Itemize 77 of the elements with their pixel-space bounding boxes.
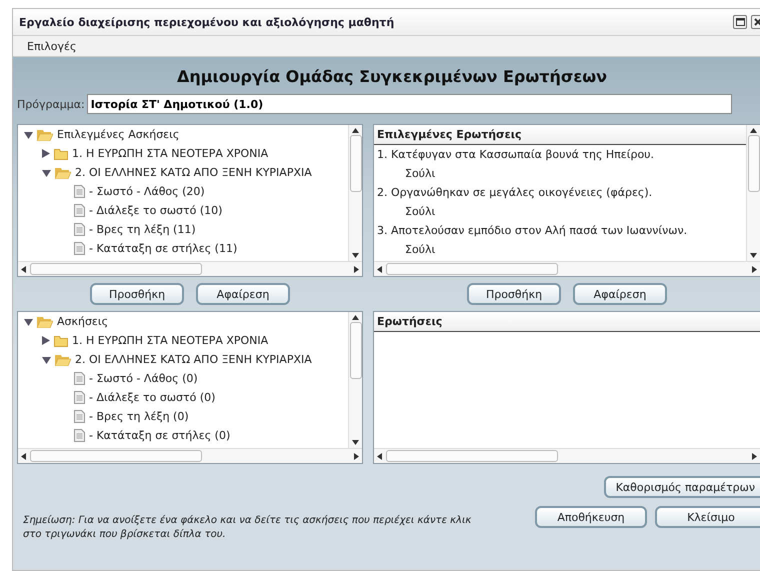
program-label: Πρόγραμμα:	[17, 98, 85, 110]
action-button[interactable]: Αφαίρεση	[573, 283, 667, 305]
tree-item[interactable]: - Βρες τη λέξη (11)	[89, 223, 196, 236]
window-title: Εργαλείο διαχείρισης περιεχομένου και αξιολόγησης μαθητή	[19, 16, 396, 28]
open-folder-icon	[37, 128, 53, 140]
scroll-right-icon[interactable]	[752, 452, 757, 460]
action-button[interactable]: Προσθήκη	[90, 283, 184, 305]
scroll-left-icon[interactable]	[377, 452, 382, 460]
tree-item[interactable]: - Κατάταξη σε στήλες (0)	[89, 429, 230, 442]
horizontal-scrollbar[interactable]	[374, 448, 760, 463]
tree-item[interactable]: - Σωστό - Λάθος (0)	[89, 372, 198, 385]
horizontal-scrollbar[interactable]	[18, 448, 362, 463]
scroll-left-icon[interactable]	[377, 266, 382, 272]
tree-item[interactable]: 1. Η ΕΥΡΩΠΗ ΣΤΑ ΝΕΟΤΕΡΑ ΧΡΟΝΙΑ	[72, 334, 268, 347]
expanded-toggle-icon[interactable]	[42, 356, 51, 364]
collapsed-toggle-icon[interactable]	[42, 149, 50, 158]
note-text: Σημείωση: Για να ανοίξετε ένα φάκελο και να δείτε τις ασκήσεις που περιέχει κάντε κλικ στο τριγωνάκι που βρίσκεται δίπλα του.	[22, 514, 472, 542]
tree-item[interactable]: - Σωστό - Λάθος (20)	[89, 185, 205, 198]
tree-item[interactable]: Ασκήσεις	[57, 315, 108, 328]
vertical-scrollbar[interactable]	[348, 125, 362, 261]
document-icon	[74, 242, 85, 255]
footer-button[interactable]: Κλείσιμο	[655, 506, 760, 528]
scroll-up-icon[interactable]	[352, 128, 359, 133]
document-icon	[74, 204, 85, 217]
expanded-toggle-icon[interactable]	[24, 318, 33, 326]
open-folder-icon	[55, 166, 71, 178]
scroll-left-icon[interactable]	[21, 266, 26, 272]
scroll-up-icon[interactable]	[750, 128, 757, 133]
tree-item[interactable]: 2. ΟΙ ΕΛΛΗΝΕΣ ΚΑΤΩ ΑΠΟ ΞΕΝΗ ΚΥΡΙΑΡΧΙΑ	[75, 166, 312, 179]
document-icon	[74, 185, 85, 198]
open-folder-icon	[37, 316, 53, 328]
scroll-up-icon[interactable]	[352, 315, 359, 320]
answer-text: Σούλι	[404, 242, 436, 258]
question-text[interactable]: 3. Αποτελούσαν εμπόδιο στον Αλή πασά των Ιωαννίνων.	[374, 221, 746, 240]
maximize-button[interactable]	[733, 15, 747, 29]
document-icon	[74, 410, 85, 423]
document-icon	[74, 391, 85, 404]
close-icon	[754, 18, 760, 26]
vertical-scrollbar[interactable]	[746, 125, 760, 261]
vertical-scrollbar[interactable]	[348, 312, 362, 448]
document-icon	[74, 372, 85, 385]
folder-icon	[54, 334, 68, 346]
question-text[interactable]: 1. Κατέφυγαν στα Κασσωπαία βουνά της Ηπείρου.	[374, 145, 746, 164]
tree-item[interactable]: - Διάλεξε το σωστό (0)	[89, 391, 216, 404]
tree-item[interactable]: 1. Η ΕΥΡΩΠΗ ΣΤΑ ΝΕΟΤΕΡΑ ΧΡΟΝΙΑ	[72, 147, 268, 160]
horizontal-scrollbar[interactable]	[374, 261, 760, 276]
scroll-down-icon[interactable]	[352, 440, 359, 445]
folder-icon	[54, 148, 68, 160]
action-button[interactable]: Προσθήκη	[467, 283, 561, 305]
question-text[interactable]: 2. Οργανώθηκαν σε μεγάλες οικογένειες (φάρες).	[374, 183, 746, 202]
parameters-button[interactable]: Καθορισμός παραμέτρων	[604, 476, 760, 498]
expanded-toggle-icon[interactable]	[24, 130, 33, 138]
open-folder-icon	[55, 354, 71, 366]
horizontal-scrollbar[interactable]	[18, 261, 362, 276]
document-icon	[74, 223, 85, 236]
scroll-right-icon[interactable]	[354, 266, 359, 272]
collapsed-toggle-icon[interactable]	[42, 336, 50, 345]
tree-item[interactable]: - Κατάταξη σε στήλες (11)	[89, 242, 238, 255]
action-button[interactable]: Αφαίρεση	[196, 283, 290, 305]
footer-button[interactable]: Αποθήκευση	[535, 506, 647, 528]
answer-text: Σούλι	[404, 166, 436, 182]
tree-item[interactable]: 2. ΟΙ ΕΛΛΗΝΕΣ ΚΑΤΩ ΑΠΟ ΞΕΝΗ ΚΥΡΙΑΡΧΙΑ	[75, 353, 312, 366]
menu-item[interactable]: Επιλογές	[25, 40, 78, 52]
scroll-down-icon[interactable]	[750, 253, 757, 258]
answer-text: Σούλι	[404, 204, 436, 220]
maximize-icon	[736, 18, 744, 26]
tree-item[interactable]: - Βρες τη λέξη (0)	[89, 410, 189, 423]
scroll-right-icon[interactable]	[354, 452, 359, 460]
document-icon	[74, 429, 85, 442]
scroll-left-icon[interactable]	[21, 452, 26, 460]
expanded-toggle-icon[interactable]	[42, 168, 51, 176]
program-field[interactable]: Ιστορία ΣΤ' Δημοτικού (1.0)	[86, 94, 732, 114]
tree-item[interactable]: - Διάλεξε το σωστό (10)	[89, 204, 222, 217]
tree-item[interactable]: Επιλεγμένες Ασκήσεις	[57, 128, 180, 141]
page-heading: Δημιουργία Ομάδας Συγκεκριμένων Ερωτήσεων	[176, 66, 608, 88]
scroll-right-icon[interactable]	[752, 266, 757, 272]
scroll-down-icon[interactable]	[352, 253, 359, 258]
